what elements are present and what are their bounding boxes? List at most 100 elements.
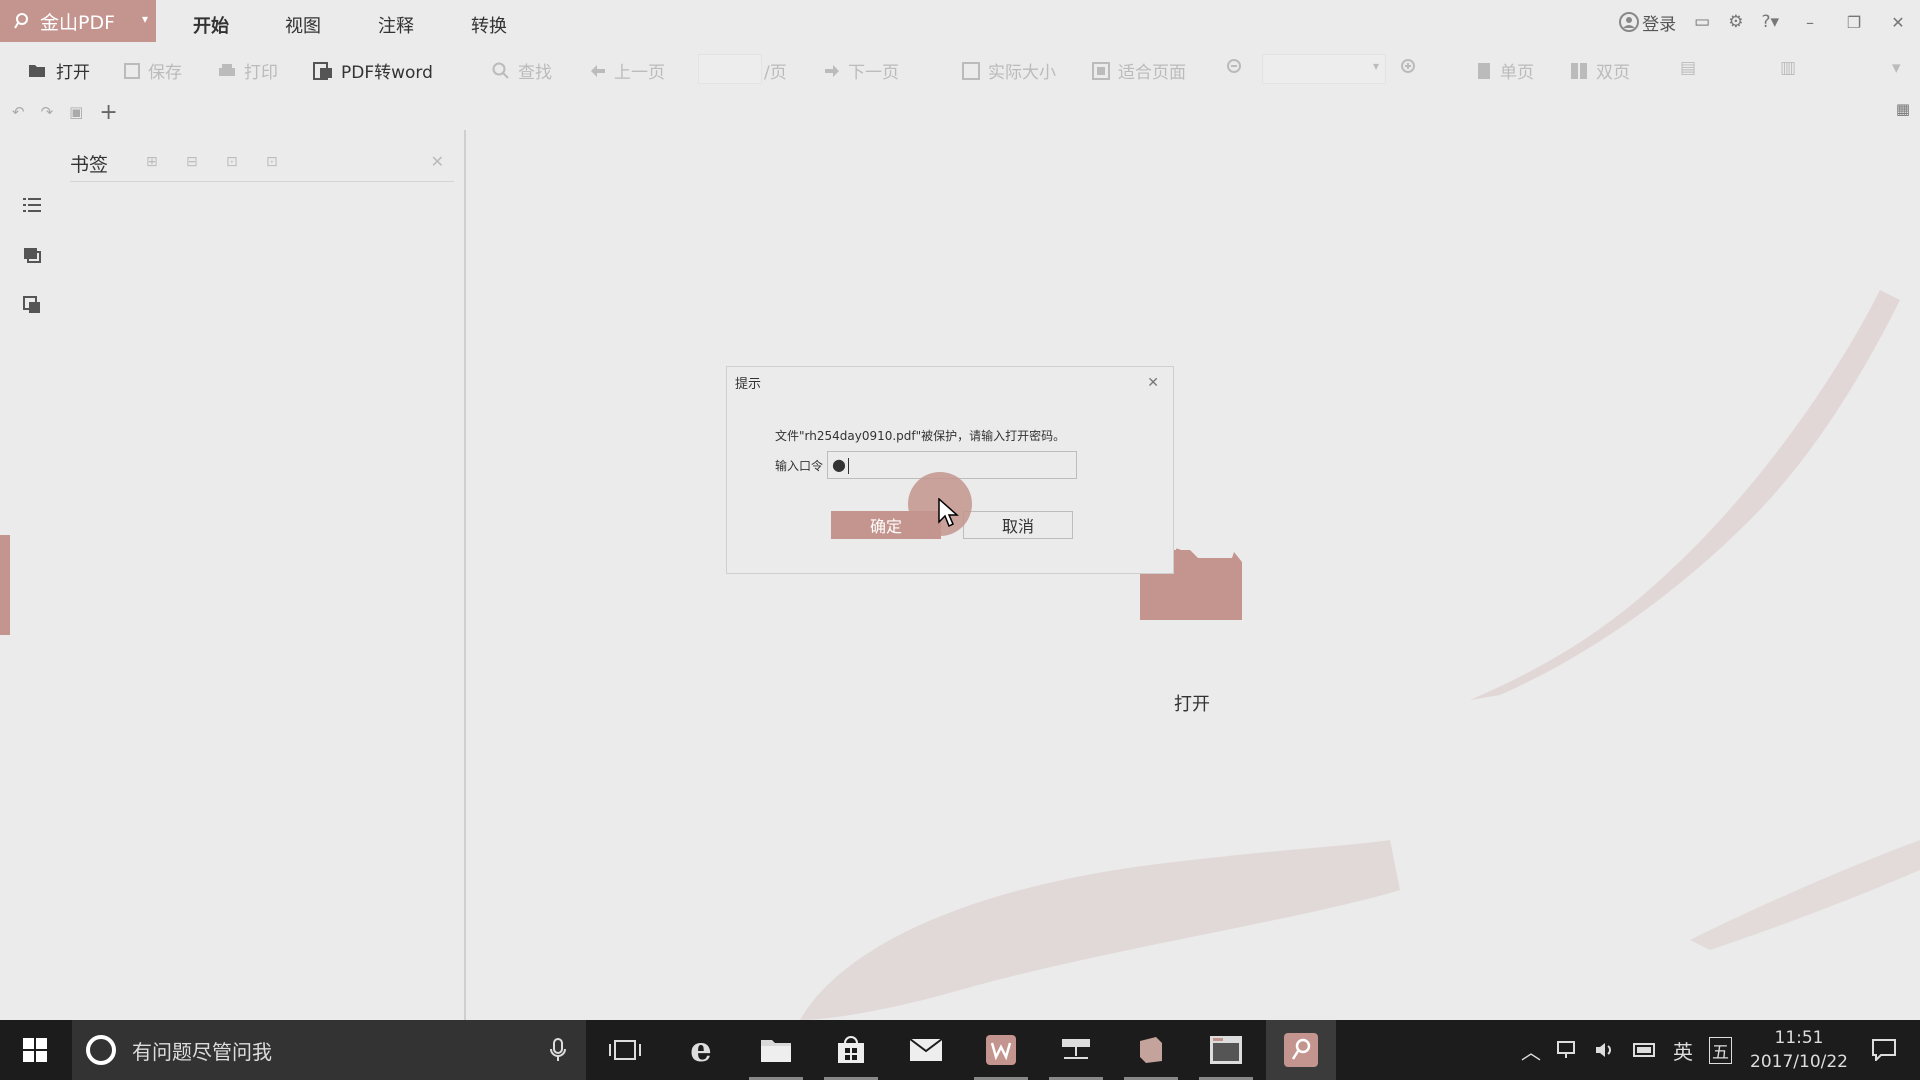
chevron-up-icon[interactable]: ︿ <box>1521 1036 1541 1065</box>
single-page-icon <box>1478 62 1490 79</box>
battery-icon[interactable] <box>1633 1043 1657 1057</box>
prev-page-button[interactable]: 上一页 <box>590 58 665 83</box>
kingsoft-pdf-task-icon[interactable] <box>1266 1020 1336 1080</box>
next-page-label: 下一页 <box>848 63 899 83</box>
actual-size-button[interactable]: 实际大小 <box>962 58 1056 83</box>
bookmark-list-icon[interactable] <box>0 180 64 230</box>
login-label: 登录 <box>1642 14 1677 35</box>
terminal-app-icon[interactable] <box>1191 1020 1261 1080</box>
restore-icon[interactable]: ❐ <box>1832 13 1876 32</box>
folder-open-icon <box>29 64 45 77</box>
add-bookmark-icon[interactable]: ⊡ <box>226 154 266 170</box>
arrow-left-icon <box>591 64 605 77</box>
arrow-right-icon <box>825 64 839 77</box>
app-box-icon[interactable] <box>1116 1020 1186 1080</box>
single-page-label: 单页 <box>1500 63 1534 83</box>
tab-start[interactable]: 开始 <box>193 12 229 38</box>
tab-annotate[interactable]: 注释 <box>378 12 414 38</box>
edge-browser-icon[interactable]: e <box>666 1020 736 1080</box>
undo-icon[interactable]: ↶ <box>12 103 25 121</box>
toolbar: 打开 保存 打印 PDF转word 查找 上一页 /页 下一页 实际大小 适合页… <box>0 52 1920 88</box>
fit-page-label: 适合页面 <box>1118 63 1186 83</box>
brush-decoration <box>1470 290 1900 700</box>
more-chevron-icon[interactable]: ▾ <box>1892 58 1901 78</box>
collapse-all-icon[interactable]: ⊟ <box>186 154 226 170</box>
gear-icon[interactable]: ⚙ <box>1728 12 1743 32</box>
quick-access-bar: ↶ ↷ ▣ + <box>12 100 134 125</box>
actual-size-icon <box>962 61 980 80</box>
app-menu-button[interactable]: 金山PDF ▾ <box>0 0 156 42</box>
search-icon <box>492 62 509 79</box>
columns-icon[interactable]: ▥ <box>1780 58 1796 78</box>
prev-page-label: 上一页 <box>614 63 665 83</box>
close-icon[interactable]: ✕ <box>1876 13 1920 32</box>
open-file-label[interactable]: 打开 <box>1174 690 1210 716</box>
save-button[interactable]: 保存 <box>124 58 182 83</box>
open-label: 打开 <box>56 63 90 83</box>
menu-bar: 金山PDF ▾ 开始 视图 注释 转换 登录 ▭ ⚙ ?▾ – ❐ ✕ <box>0 0 1920 44</box>
help-icon[interactable]: ?▾ <box>1761 12 1779 32</box>
message-icon[interactable]: ▭ <box>1694 12 1710 32</box>
next-page-button[interactable]: 下一页 <box>824 58 899 83</box>
find-button[interactable]: 查找 <box>492 58 552 83</box>
login-button[interactable]: 登录 <box>1619 10 1676 35</box>
clock[interactable]: 11:51 2017/10/22 <box>1750 1026 1848 1074</box>
single-page-button[interactable]: 单页 <box>1476 58 1534 83</box>
expand-all-icon[interactable]: ⊞ <box>146 154 186 170</box>
notification-icon[interactable] <box>1872 1039 1896 1061</box>
ime-mode[interactable]: 五 <box>1709 1036 1733 1064</box>
network-app-icon[interactable] <box>1041 1020 1111 1080</box>
cortana-icon <box>86 1035 116 1065</box>
task-view-icon[interactable] <box>590 1020 660 1080</box>
thumbnail-icon[interactable] <box>0 230 64 280</box>
cancel-button[interactable]: 取消 <box>963 511 1073 539</box>
network-icon[interactable] <box>1557 1041 1579 1059</box>
actual-size-label: 实际大小 <box>988 63 1056 83</box>
tab-convert[interactable]: 转换 <box>471 12 507 38</box>
close-icon[interactable]: ✕ <box>431 152 444 171</box>
delete-bookmark-icon[interactable]: ⊡ <box>266 154 306 170</box>
attachment-icon[interactable] <box>0 280 64 330</box>
panel-divider[interactable] <box>464 130 466 1020</box>
fit-page-button[interactable]: 适合页面 <box>1092 58 1186 83</box>
zoom-select[interactable]: ▾ <box>1262 54 1386 84</box>
mouse-cursor-icon <box>938 498 959 528</box>
start-button[interactable] <box>0 1020 70 1080</box>
zoom-in-icon[interactable] <box>1400 58 1426 76</box>
ime-language[interactable]: 英 <box>1673 1036 1693 1065</box>
pdf-to-word-button[interactable]: PDF转word <box>313 58 433 83</box>
print-button[interactable]: 打印 <box>218 58 278 83</box>
taskbar-search[interactable]: 有问题尽管问我 <box>72 1020 586 1080</box>
page-number-input[interactable] <box>698 54 762 84</box>
tab-view[interactable]: 视图 <box>285 12 321 38</box>
top-right-controls: 登录 ▭ ⚙ ?▾ – ❐ ✕ <box>1610 8 1920 36</box>
save-label: 保存 <box>148 63 182 83</box>
double-page-icon <box>1571 62 1587 79</box>
taskbar: 有问题尽管问我 e ︿ 英 五 11:51 2017/10/22 <box>0 1020 1920 1080</box>
pdf-to-word-label: PDF转word <box>341 63 433 83</box>
store-icon[interactable] <box>816 1020 886 1080</box>
microphone-icon[interactable] <box>550 1038 566 1062</box>
double-page-button[interactable]: 双页 <box>1570 58 1630 83</box>
close-icon[interactable]: ✕ <box>1147 375 1159 391</box>
printer-icon <box>219 63 235 76</box>
zoom-out-icon[interactable] <box>1226 58 1252 76</box>
chevron-down-icon: ▾ <box>1372 59 1379 73</box>
collapse-panel-handle[interactable] <box>0 535 10 635</box>
password-dialog: 提示 ✕ 文件"rh254day0910.pdf"被保护，请输入打开密码。 输入… <box>726 366 1174 574</box>
mail-icon[interactable] <box>891 1020 961 1080</box>
left-rail <box>0 180 64 330</box>
minimize-icon[interactable]: – <box>1788 13 1832 32</box>
wps-writer-icon[interactable] <box>966 1020 1036 1080</box>
password-label: 输入口令 <box>775 459 824 473</box>
open-button[interactable]: 打开 <box>28 58 90 83</box>
add-icon[interactable]: + <box>99 100 117 125</box>
volume-icon[interactable] <box>1595 1041 1617 1059</box>
continuous-icon[interactable]: ▤ <box>1680 58 1696 78</box>
quick-save-icon[interactable]: ▣ <box>69 103 83 121</box>
clock-date: 2017/10/22 <box>1750 1052 1848 1072</box>
file-explorer-icon[interactable] <box>741 1020 811 1080</box>
bookmark-panel-header: 书签 ⊞ ⊟ ⊡ ⊡ ✕ <box>70 148 454 182</box>
sidebar-toggle-icon[interactable]: ▦ <box>1896 100 1910 118</box>
redo-icon[interactable]: ↷ <box>41 103 54 121</box>
